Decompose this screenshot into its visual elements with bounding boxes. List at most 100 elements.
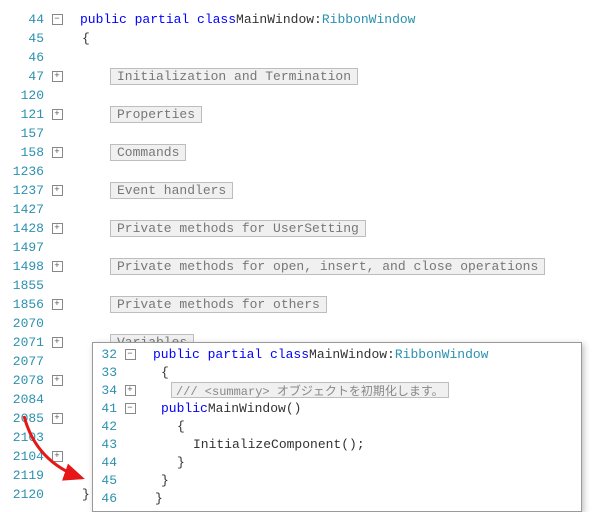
- line-number: 121: [10, 107, 50, 122]
- line-number: 45: [93, 473, 123, 488]
- open-brace: {: [151, 419, 185, 434]
- fold-toggle-icon[interactable]: +: [52, 71, 63, 82]
- fold-gutter[interactable]: +: [50, 147, 64, 158]
- code-line: 158+ Commands: [10, 143, 590, 162]
- code-line: 46}: [93, 489, 581, 507]
- line-number: 120: [10, 88, 50, 103]
- constructor-declaration: public MainWindow(): [151, 401, 301, 416]
- line-number: 43: [93, 437, 123, 452]
- collapsed-region[interactable]: Private methods for open, insert, and cl…: [78, 258, 545, 275]
- line-number: 157: [10, 126, 50, 141]
- collapsed-region[interactable]: Event handlers: [78, 182, 233, 199]
- line-number: 46: [93, 491, 123, 506]
- code-line: 120: [10, 86, 590, 105]
- code-line: 1236: [10, 162, 590, 181]
- class-declaration: public partial class MainWindow : Ribbon…: [151, 347, 488, 362]
- fold-toggle-icon[interactable]: +: [52, 451, 63, 462]
- fold-toggle-icon[interactable]: −: [125, 349, 136, 360]
- line-number: 2078: [10, 373, 50, 388]
- collapsed-region[interactable]: Commands: [78, 144, 186, 161]
- line-number: 33: [93, 365, 123, 380]
- line-number: 2119: [10, 468, 50, 483]
- fold-gutter[interactable]: +: [50, 413, 64, 424]
- collapsed-region[interactable]: Private methods for UserSetting: [78, 220, 366, 237]
- code-line: 1856+Private methods for others: [10, 295, 590, 314]
- line-number: 2120: [10, 487, 50, 502]
- code-line: 1497: [10, 238, 590, 257]
- line-number: 41: [93, 401, 123, 416]
- collapsed-region[interactable]: Private methods for others: [78, 296, 327, 313]
- fold-gutter[interactable]: −: [50, 14, 64, 25]
- code-line: 44}: [93, 453, 581, 471]
- fold-toggle-icon[interactable]: +: [52, 147, 63, 158]
- fold-toggle-icon[interactable]: +: [125, 385, 136, 396]
- code-line: 42 {: [93, 417, 581, 435]
- code-preview-popup: 32−public partial class MainWindow : Rib…: [92, 342, 582, 512]
- code-line: 41− public MainWindow(): [93, 399, 581, 417]
- code-line: 34+ /// <summary> オブジェクトを初期化します。: [93, 381, 581, 399]
- code-line: 32−public partial class MainWindow : Rib…: [93, 345, 581, 363]
- code-line: 121+ Properties: [10, 105, 590, 124]
- fold-toggle-icon[interactable]: −: [125, 403, 136, 414]
- line-number: 47: [10, 69, 50, 84]
- fold-gutter[interactable]: +: [50, 109, 64, 120]
- line-number: 2084: [10, 392, 50, 407]
- line-number: 2071: [10, 335, 50, 350]
- fold-gutter[interactable]: +: [50, 375, 64, 386]
- code-line: 45}: [93, 471, 581, 489]
- line-number: 1498: [10, 259, 50, 274]
- fold-toggle-icon[interactable]: +: [52, 109, 63, 120]
- code-line: 1498+ Private methods for open, insert, a…: [10, 257, 590, 276]
- code-line: 46: [10, 48, 590, 67]
- line-number: 44: [10, 12, 50, 27]
- close-brace: }: [151, 473, 169, 488]
- line-number: 42: [93, 419, 123, 434]
- line-number: 2103: [10, 430, 50, 445]
- code-line: 1428+Private methods for UserSetting: [10, 219, 590, 238]
- code-line: 157: [10, 124, 590, 143]
- method-call: InitializeComponent();: [151, 437, 365, 452]
- fold-gutter[interactable]: −: [123, 349, 137, 360]
- line-number: 45: [10, 31, 50, 46]
- fold-gutter[interactable]: +: [50, 337, 64, 348]
- code-line: 43 InitializeComponent();: [93, 435, 581, 453]
- line-number: 44: [93, 455, 123, 470]
- code-line: 44− public partial class MainWindow : Rib…: [10, 10, 590, 29]
- close-brace: }: [151, 455, 185, 470]
- class-declaration: public partial class MainWindow : Ribbon…: [78, 12, 415, 27]
- fold-toggle-icon[interactable]: +: [52, 299, 63, 310]
- fold-toggle-icon[interactable]: +: [52, 413, 63, 424]
- fold-gutter[interactable]: +: [50, 261, 64, 272]
- code-line: 1237+ Event handlers: [10, 181, 590, 200]
- line-number: 1427: [10, 202, 50, 217]
- fold-toggle-icon[interactable]: +: [52, 185, 63, 196]
- line-number: 34: [93, 383, 123, 398]
- line-number: 158: [10, 145, 50, 160]
- line-number: 2085: [10, 411, 50, 426]
- line-number: 46: [10, 50, 50, 65]
- collapsed-comment[interactable]: /// <summary> オブジェクトを初期化します。: [151, 382, 449, 398]
- fold-gutter[interactable]: −: [123, 403, 137, 414]
- fold-gutter[interactable]: +: [123, 385, 137, 396]
- collapsed-region[interactable]: Initialization and Termination: [78, 68, 358, 85]
- line-number: 2070: [10, 316, 50, 331]
- fold-gutter[interactable]: +: [50, 451, 64, 462]
- code-line: 47+ Initialization and Termination: [10, 67, 590, 86]
- fold-gutter[interactable]: +: [50, 71, 64, 82]
- collapsed-region[interactable]: Properties: [78, 106, 202, 123]
- open-brace: {: [78, 31, 90, 46]
- line-number: 1237: [10, 183, 50, 198]
- fold-gutter[interactable]: +: [50, 223, 64, 234]
- code-line: 1427: [10, 200, 590, 219]
- fold-toggle-icon[interactable]: +: [52, 337, 63, 348]
- close-brace: }: [151, 491, 163, 506]
- line-number: 2077: [10, 354, 50, 369]
- fold-toggle-icon[interactable]: +: [52, 261, 63, 272]
- fold-toggle-icon[interactable]: −: [52, 14, 63, 25]
- fold-toggle-icon[interactable]: +: [52, 223, 63, 234]
- fold-gutter[interactable]: +: [50, 185, 64, 196]
- close-brace: }: [78, 487, 90, 502]
- fold-toggle-icon[interactable]: +: [52, 375, 63, 386]
- line-number: 1497: [10, 240, 50, 255]
- fold-gutter[interactable]: +: [50, 299, 64, 310]
